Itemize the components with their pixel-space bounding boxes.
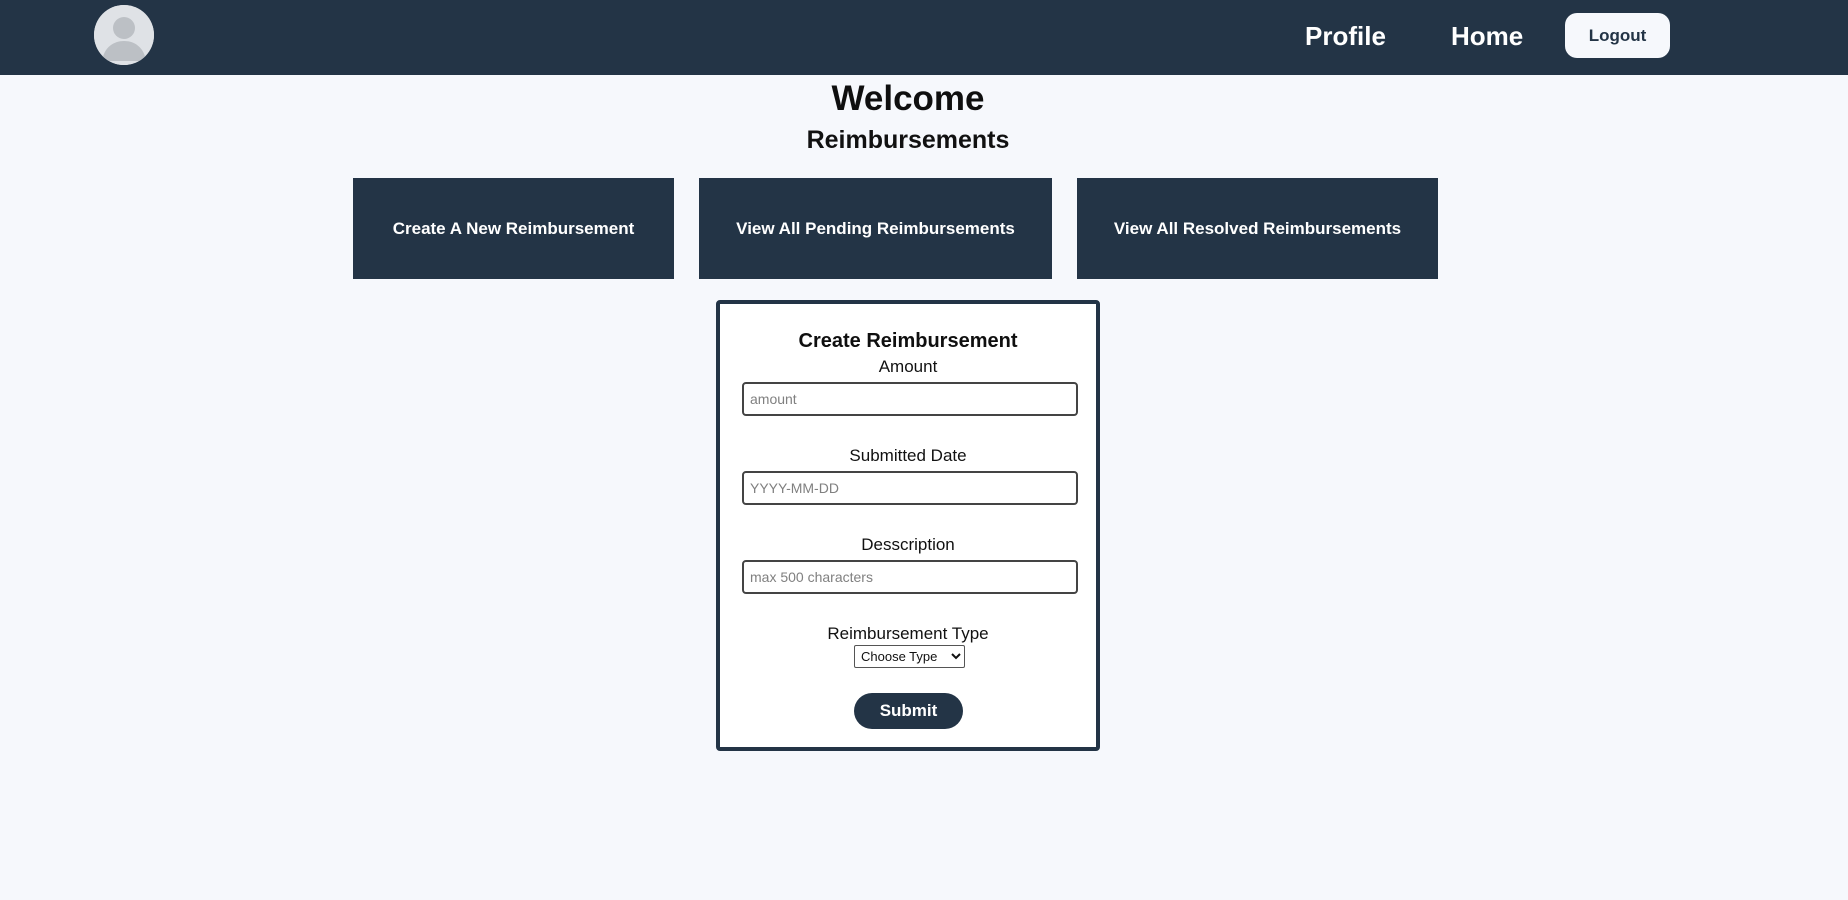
- submitted-date-input[interactable]: [742, 471, 1078, 505]
- amount-label: Amount: [878, 357, 938, 376]
- user-avatar-icon[interactable]: [94, 5, 154, 65]
- submitted-date-label: Submitted Date: [849, 446, 967, 465]
- nav-home-link[interactable]: Home: [1451, 20, 1523, 52]
- logout-button[interactable]: Logout: [1565, 13, 1670, 58]
- create-reimbursement-form: Create Reimbursement Amount Submitted Da…: [716, 300, 1100, 751]
- reimbursements-heading: Reimbursements: [806, 126, 1010, 154]
- view-pending-reimbursements-tile[interactable]: View All Pending Reimbursements: [699, 178, 1052, 279]
- reimbursement-type-select[interactable]: Choose Type: [854, 645, 965, 668]
- top-navbar: Profile Home Logout: [0, 0, 1848, 75]
- create-reimbursement-tile[interactable]: Create A New Reimbursement: [353, 178, 674, 279]
- description-input[interactable]: [742, 560, 1078, 594]
- description-label: Desscription: [861, 535, 955, 554]
- reimbursement-type-label: Reimbursement Type: [827, 624, 989, 643]
- submit-button[interactable]: Submit: [854, 693, 963, 729]
- nav-profile-link[interactable]: Profile: [1305, 20, 1386, 52]
- welcome-heading: Welcome: [831, 79, 985, 118]
- amount-input[interactable]: [742, 382, 1078, 416]
- view-resolved-reimbursements-tile[interactable]: View All Resolved Reimbursements: [1077, 178, 1438, 279]
- form-title: Create Reimbursement: [798, 330, 1018, 352]
- person-silhouette-icon: [94, 5, 154, 65]
